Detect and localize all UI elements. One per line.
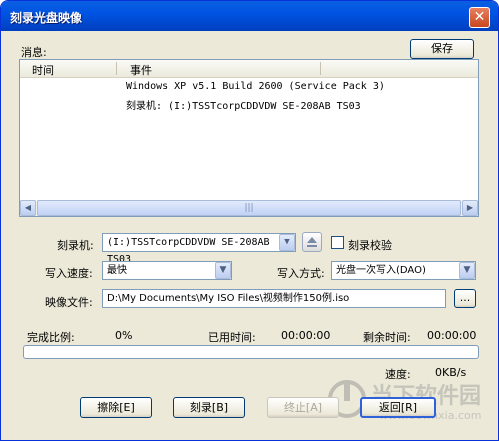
save-button[interactable]: 保存	[410, 39, 474, 59]
speed-select[interactable]: 最快 ▼	[102, 261, 232, 280]
burn-image-dialog: 刻录光盘映像 ✕ 消息: 保存 时间 事件 Windows XP v5.1 Bu…	[0, 0, 499, 441]
close-button[interactable]: ✕	[469, 7, 490, 28]
dialog-body: 消息: 保存 时间 事件 Windows XP v5.1 Build 2600 …	[5, 31, 496, 438]
progress-bar	[23, 345, 479, 359]
verify-label[interactable]: 刻录校验	[348, 237, 392, 253]
image-file-label: 映像文件:	[45, 296, 93, 309]
scroll-right-icon[interactable]: ▶	[462, 200, 478, 216]
remaining-value: 00:00:00	[427, 329, 477, 342]
title-bar[interactable]: 刻录光盘映像 ✕	[1, 1, 498, 31]
completion-value: 0%	[115, 329, 133, 342]
horizontal-scrollbar[interactable]: ◀ ||| ▶	[20, 200, 478, 216]
column-divider[interactable]	[320, 62, 321, 75]
stop-button[interactable]: 终止[A]	[267, 397, 339, 418]
method-select[interactable]: 光盘一次写入(DAO) ▼	[331, 261, 476, 280]
completion-label: 完成比例:	[27, 331, 75, 344]
elapsed-label: 已用时间:	[208, 331, 256, 344]
column-divider[interactable]	[116, 62, 117, 75]
column-header-time[interactable]: 时间	[32, 62, 54, 78]
speed-value: 最快	[107, 265, 127, 276]
remaining-label: 剩余时间:	[363, 331, 411, 344]
scroll-thumb[interactable]: |||	[37, 200, 461, 216]
verify-checkbox[interactable]	[331, 236, 344, 249]
list-item-event: Windows XP v5.1 Build 2600 (Service Pack…	[126, 81, 385, 92]
erase-button[interactable]: 擦除[E]	[80, 397, 152, 418]
speed-label: 写入速度:	[45, 267, 93, 280]
method-label: 写入方式:	[277, 267, 325, 280]
eject-button[interactable]	[302, 232, 322, 252]
eject-icon	[307, 237, 317, 247]
scroll-left-icon[interactable]: ◀	[20, 200, 36, 216]
elapsed-value: 00:00:00	[281, 329, 331, 342]
list-header: 时间 事件	[20, 60, 478, 78]
chevron-down-icon[interactable]: ▼	[215, 262, 231, 279]
window-title: 刻录光盘映像	[10, 11, 83, 25]
burn-button[interactable]: 刻录[B]	[173, 397, 245, 418]
list-item-event: 刻录机: (I:)TSSTcorpCDDVDW SE-208AB TS03	[126, 101, 361, 112]
back-button[interactable]: 返回[R]	[360, 397, 436, 418]
browse-button[interactable]: ...	[454, 289, 476, 308]
image-file-field[interactable]: D:\My Documents\My ISO Files\视频制作150例.is…	[102, 289, 446, 308]
chevron-down-icon[interactable]: ▼	[459, 262, 475, 279]
recorder-label: 刻录机:	[57, 239, 94, 252]
column-header-event[interactable]: 事件	[130, 62, 152, 78]
chevron-down-icon[interactable]: ▼	[279, 234, 295, 251]
message-list[interactable]: 时间 事件 Windows XP v5.1 Build 2600 (Servic…	[19, 59, 479, 217]
method-value: 光盘一次写入(DAO)	[336, 265, 426, 276]
messages-label: 消息:	[21, 46, 47, 59]
recorder-select[interactable]: (I:)TSSTcorpCDDVDW SE-208AB TS03 ▼	[102, 233, 296, 265]
image-file-path: D:\My Documents\My ISO Files\视频制作150例.is…	[107, 293, 350, 304]
